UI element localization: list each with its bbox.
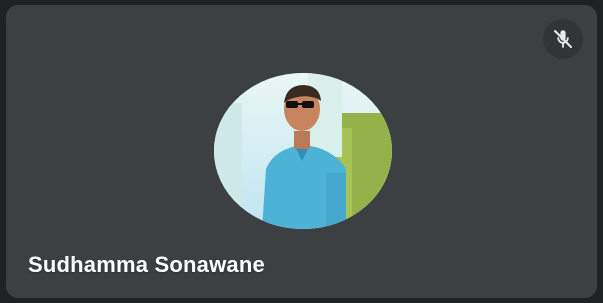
participant-avatar <box>214 73 392 229</box>
mic-muted-indicator <box>543 19 583 59</box>
microphone-off-icon <box>551 27 575 51</box>
participant-tile[interactable]: Sudhamma Sonawane <box>6 5 597 298</box>
participant-name: Sudhamma Sonawane <box>28 252 265 277</box>
